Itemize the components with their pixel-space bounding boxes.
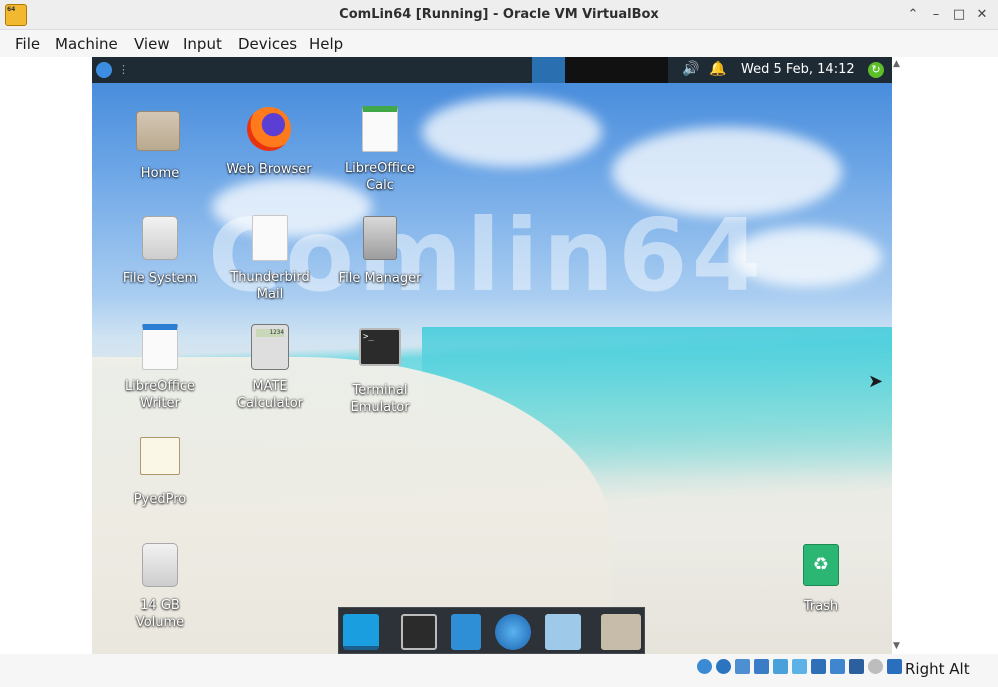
dock-terminal-icon[interactable] (401, 614, 437, 650)
desktop-icon-libreoffice-calc[interactable]: LibreOffice Calc (330, 105, 430, 194)
menu-devices[interactable]: Devices (238, 35, 297, 53)
vertical-scrollbar[interactable]: ▲ ▼ (892, 57, 906, 654)
desktop-icon-file-manager[interactable]: File Manager (330, 214, 430, 287)
video-capture-status-icon[interactable] (830, 659, 845, 674)
desktop-icon-home[interactable]: Home (110, 105, 210, 182)
desktop-icon-mate-calculator[interactable]: 1234 MATE Calculator (220, 323, 320, 412)
window-title: ComLin64 [Running] - Oracle VM VirtualBo… (339, 7, 659, 22)
menu-file[interactable]: File (15, 35, 40, 53)
desktop-icon-terminal-emulator[interactable]: >_ Terminal Emulator (330, 323, 430, 416)
home-folder-icon (136, 111, 184, 159)
desktop-icon-web-browser[interactable]: Web Browser (219, 105, 319, 178)
desktop-icon-label: File Manager (338, 271, 422, 286)
mouse-integration-status-icon[interactable] (868, 659, 883, 674)
menu-view[interactable]: View (134, 35, 170, 53)
menu-machine[interactable]: Machine (55, 35, 118, 53)
desktop-icon-file-system[interactable]: File System (110, 214, 210, 287)
spreadsheet-icon (356, 106, 404, 154)
mouse-pointer-icon: ➤ (868, 371, 884, 392)
desktop-icon-label: Thunderbird Mail (230, 270, 310, 302)
scroll-up-icon[interactable]: ▲ (893, 59, 900, 69)
desktop-icon-trash[interactable]: ♻ Trash (771, 541, 871, 615)
dock-show-desktop-icon[interactable] (343, 614, 379, 650)
dock-folder-icon[interactable] (601, 614, 641, 650)
removable-drive-icon (136, 543, 184, 591)
calculator-icon: 1234 (246, 324, 294, 372)
guest-top-panel: ⋮ 🔊 🔔 Wed 5 Feb, 14:12 ↻ (92, 57, 892, 83)
shared-folders-status-icon[interactable] (792, 659, 807, 674)
desktop-icon-label: PyedPro (133, 492, 187, 507)
close-button[interactable]: ✕ (973, 6, 991, 24)
filing-cabinet-icon (356, 216, 404, 264)
window-titlebar: 64 ComLin64 [Running] - Oracle VM Virtua… (0, 0, 998, 30)
guest-dock (338, 607, 645, 654)
desktop-icon-pyedpro[interactable]: PyedPro (110, 432, 210, 508)
maximize-button[interactable]: □ (950, 6, 968, 24)
notepad-pencil-icon (136, 437, 184, 485)
dock-web-browser-icon[interactable] (495, 614, 531, 650)
audio-status-icon[interactable] (735, 659, 750, 674)
hard-drive-icon (136, 216, 184, 264)
update-icon[interactable]: ↻ (868, 62, 884, 78)
desktop-icon-label: Web Browser (226, 162, 312, 177)
notification-bell-icon[interactable]: 🔔 (709, 61, 726, 77)
vm-display[interactable]: Comlin64 ⋮ 🔊 🔔 Wed 5 Feb, 14:12 ↻ Home W… (92, 57, 892, 654)
desktop-icon-label: LibreOffice Writer (124, 379, 196, 411)
minimize-button[interactable]: – (927, 6, 945, 24)
menu-help[interactable]: Help (309, 35, 343, 53)
desktop-icon-label: Terminal Emulator (350, 383, 410, 415)
desktop-icon-libreoffice-writer[interactable]: LibreOffice Writer (110, 323, 210, 412)
dock-file-manager-icon[interactable] (451, 614, 481, 650)
cpu-status-icon[interactable] (849, 659, 864, 674)
menubar: File Machine View Input Devices Help (0, 30, 998, 57)
terminal-icon: >_ (356, 328, 404, 376)
wallpaper-cloud (422, 97, 602, 167)
host-key-label: Right Alt (905, 660, 970, 678)
desktop-icon-label: MATE Calculator (236, 379, 303, 411)
network-status-icon[interactable] (754, 659, 769, 674)
panel-separator: ⋮ (118, 63, 129, 76)
workspace-switcher[interactable] (565, 57, 668, 83)
desktop-icon-14gb-volume[interactable]: 14 GB Volume (110, 541, 210, 631)
shade-button[interactable]: ⌃ (904, 6, 922, 24)
keyboard-status-icon[interactable] (887, 659, 902, 674)
menu-input[interactable]: Input (183, 35, 222, 53)
desktop-icon-label: File System (122, 271, 198, 286)
start-menu-icon[interactable] (96, 62, 112, 78)
desktop-icon-label: 14 GB Volume (135, 598, 185, 630)
optical-drive-status-icon[interactable] (716, 659, 731, 674)
panel-clock[interactable]: Wed 5 Feb, 14:12 (741, 62, 855, 77)
hard-disk-status-icon[interactable] (697, 659, 712, 674)
desktop-icon-label: LibreOffice Calc (344, 161, 416, 193)
scroll-down-icon[interactable]: ▼ (893, 641, 900, 651)
desktop-icon-label: Home (140, 166, 180, 181)
display-status-icon[interactable] (811, 659, 826, 674)
volume-icon[interactable]: 🔊 (682, 61, 699, 77)
document-icon (246, 215, 294, 263)
usb-status-icon[interactable] (773, 659, 788, 674)
dock-search-icon[interactable] (545, 614, 581, 650)
writer-document-icon (136, 324, 184, 372)
trash-icon: ♻ (797, 544, 845, 592)
workspace-1[interactable] (532, 57, 565, 83)
firefox-icon (245, 107, 293, 155)
desktop-icon-label: Trash (803, 599, 839, 614)
desktop-icon-thunderbird-mail[interactable]: Thunderbird Mail (220, 214, 320, 303)
